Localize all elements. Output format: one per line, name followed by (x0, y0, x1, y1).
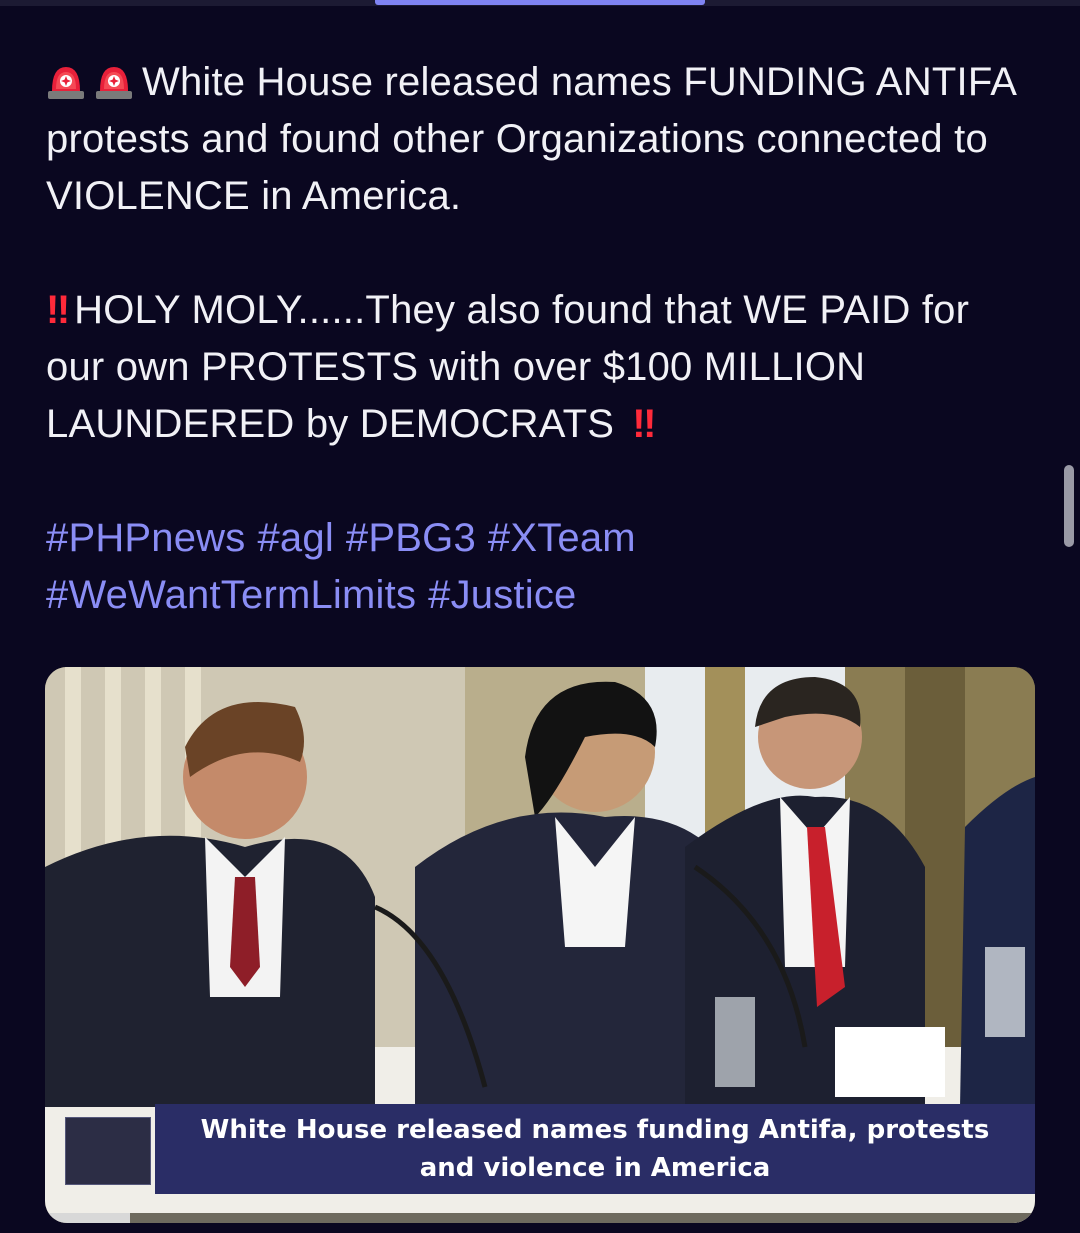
hashtag-link[interactable]: #Justice (428, 573, 576, 617)
post-paragraph-claim: ‼ HOLY MOLY......They also found that WE … (46, 282, 1036, 453)
post-body: White House released names FUNDING ANTIF… (46, 54, 1036, 624)
post-headline-text: White House released names FUNDING ANTIF… (46, 60, 1015, 218)
hashtag-link[interactable]: #agl (257, 516, 333, 560)
hashtag-link[interactable]: #WeWantTermLimits (46, 573, 416, 617)
video-progress-bar[interactable] (45, 1213, 1035, 1223)
video-player[interactable]: White House released names funding Antif… (45, 667, 1035, 1223)
police-car-light-icon (46, 61, 86, 101)
tab-indicator (375, 0, 705, 5)
hashtag-link[interactable]: #PBG3 (346, 516, 476, 560)
scrollbar-thumb[interactable] (1064, 465, 1074, 547)
double-exclamation-icon: ‼ (46, 288, 70, 332)
video-caption-bar: White House released names funding Antif… (155, 1104, 1035, 1194)
post-hashtags: #PHPnews #agl #PBG3 #XTeam #WeWantTermLimits… (46, 510, 1036, 624)
hashtag-link[interactable]: #XTeam (488, 516, 636, 560)
video-caption: White House released names funding Antif… (200, 1115, 990, 1183)
double-exclamation-icon: ‼ (632, 402, 656, 446)
police-car-light-icon (94, 61, 134, 101)
video-progress-fill (45, 1213, 131, 1223)
white-house-logo (65, 1117, 151, 1185)
hashtag-link[interactable]: #PHPnews (46, 516, 245, 560)
post-claim-text: HOLY MOLY......They also found that WE P… (46, 288, 970, 446)
post-paragraph-headline: White House released names FUNDING ANTIF… (46, 54, 1036, 225)
